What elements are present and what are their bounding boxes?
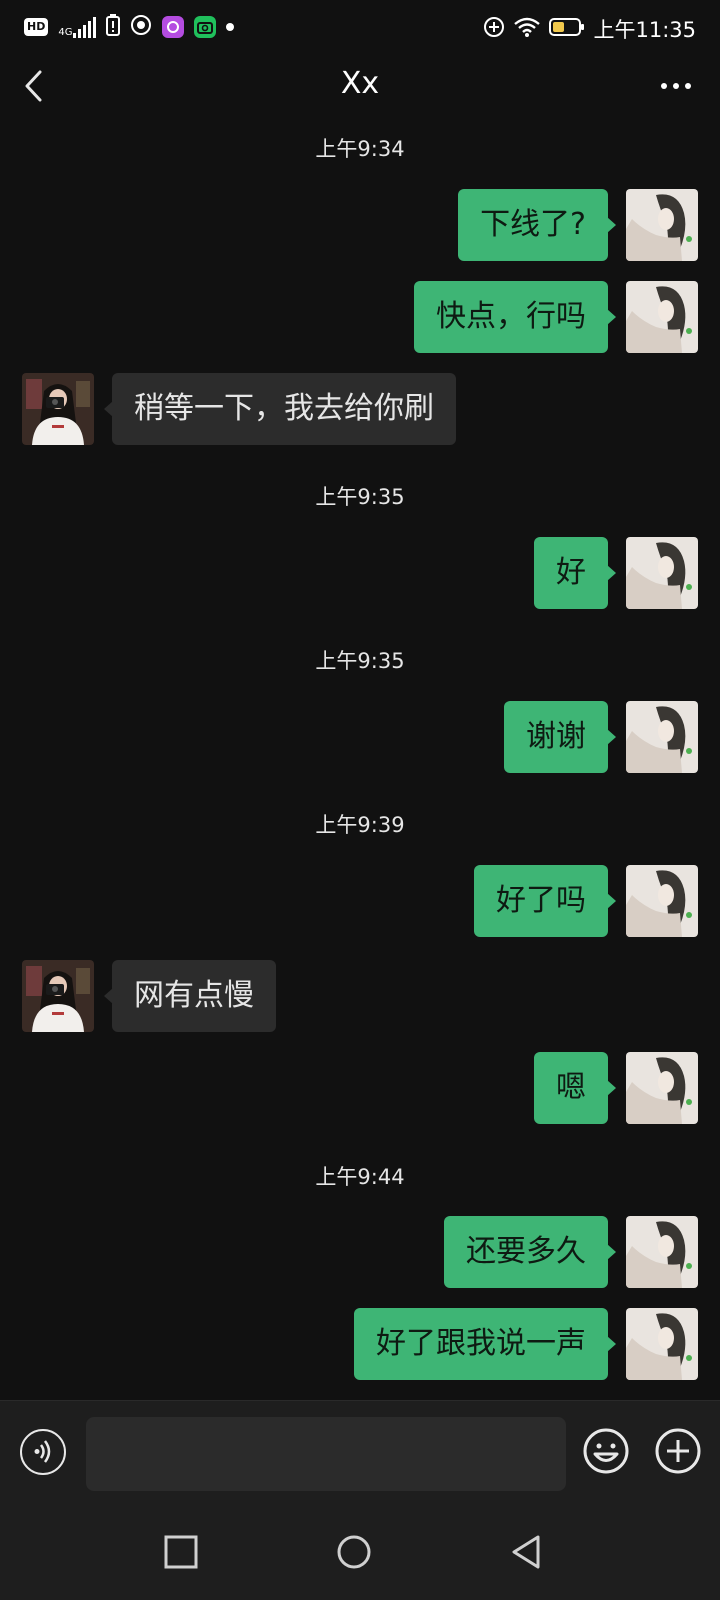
battery-alert-icon xyxy=(106,14,121,40)
status-right: 上午11:35 xyxy=(483,14,696,44)
my-avatar[interactable] xyxy=(626,281,698,353)
timestamp: 上午9:44 xyxy=(315,1165,405,1189)
camera-app-icon xyxy=(194,16,217,38)
message-bubble[interactable]: 谢谢 xyxy=(504,701,616,773)
timestamp: 上午9:35 xyxy=(315,485,405,509)
my-avatar[interactable] xyxy=(626,537,698,609)
my-avatar[interactable] xyxy=(626,1308,698,1380)
plus-circle-icon xyxy=(655,1428,701,1474)
my-avatar[interactable] xyxy=(626,701,698,773)
chat-title: Xx xyxy=(340,66,380,101)
status-time: 上午11:35 xyxy=(593,18,696,42)
add-circle-icon xyxy=(483,16,505,42)
message-list[interactable]: 上午9:34 下线了? 快点，行吗 稍等一下，我去给你刷 上午9:35 好上午9:35 谢谢… xyxy=(0,116,720,1400)
timestamp: 上午9:39 xyxy=(315,813,405,837)
plus-button[interactable] xyxy=(654,1427,702,1475)
message-bubble[interactable]: 好了吗 xyxy=(474,865,616,937)
voice-icon xyxy=(34,1440,51,1463)
message-bubble[interactable]: 网有点慢 xyxy=(104,960,276,1032)
timestamp: 上午9:35 xyxy=(315,649,405,673)
message-bubble[interactable]: 好 xyxy=(534,537,616,609)
emoji-icon xyxy=(583,1428,629,1474)
my-avatar[interactable] xyxy=(626,189,698,261)
chat-header: Xx xyxy=(0,56,720,116)
dot-icon xyxy=(226,23,235,31)
signal-icon: 4G xyxy=(58,16,97,38)
my-avatar[interactable] xyxy=(626,1052,698,1124)
voice-button[interactable] xyxy=(20,1429,66,1475)
app-icon xyxy=(162,16,185,38)
message-bubble[interactable]: 下线了? xyxy=(458,189,616,261)
timestamp: 上午9:34 xyxy=(315,137,405,161)
message-input[interactable] xyxy=(86,1417,566,1491)
record-icon xyxy=(130,14,152,40)
my-avatar[interactable] xyxy=(626,1216,698,1288)
more-button[interactable] xyxy=(652,72,700,100)
back-icon xyxy=(512,1535,540,1569)
network-type-label: 4G xyxy=(58,27,73,38)
hd-icon: HD xyxy=(24,18,49,36)
battery-icon xyxy=(549,17,585,41)
message-bubble[interactable]: 稍等一下，我去给你刷 xyxy=(104,373,456,445)
contact-avatar[interactable] xyxy=(22,373,94,445)
more-dots-icon xyxy=(661,83,667,89)
status-bar: HD 4G 上午11:35 xyxy=(0,0,720,56)
home-button[interactable] xyxy=(336,1534,372,1570)
emoji-button[interactable] xyxy=(582,1427,630,1475)
message-bubble[interactable]: 还要多久 xyxy=(444,1216,616,1288)
home-icon xyxy=(337,1535,371,1569)
back-nav-button[interactable] xyxy=(508,1534,544,1570)
contact-avatar[interactable] xyxy=(22,960,94,1032)
message-bubble[interactable]: 嗯 xyxy=(534,1052,616,1124)
status-left: HD 4G xyxy=(24,14,235,40)
message-bubble[interactable]: 快点，行吗 xyxy=(414,281,616,353)
my-avatar[interactable] xyxy=(626,865,698,937)
recent-apps-icon xyxy=(164,1535,198,1569)
recent-apps-button[interactable] xyxy=(163,1534,199,1570)
input-bar xyxy=(0,1400,720,1505)
message-bubble[interactable]: 好了跟我说一声 xyxy=(354,1308,616,1380)
system-nav-bar xyxy=(0,1504,720,1600)
wifi-icon xyxy=(513,16,541,42)
